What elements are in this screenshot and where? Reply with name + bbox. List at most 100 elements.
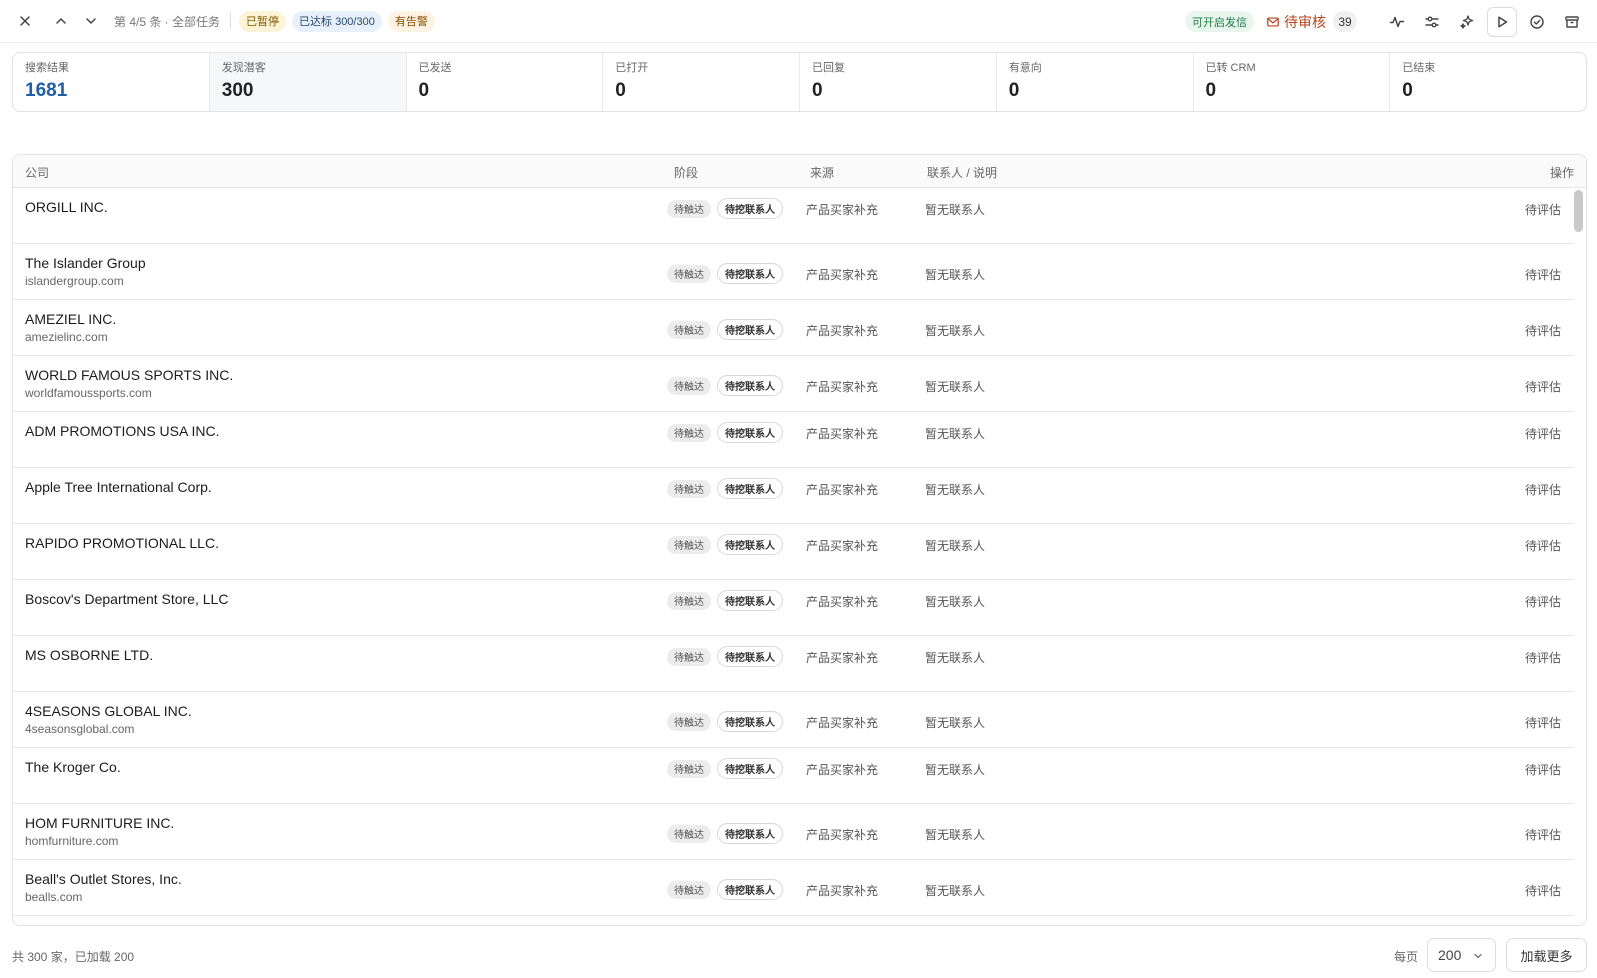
- column-header-company[interactable]: 公司: [25, 164, 49, 181]
- stage-outreach-badge: 待触达: [667, 199, 711, 218]
- company-name[interactable]: The Kroger Co.: [25, 759, 121, 775]
- complete-button[interactable]: [1522, 7, 1552, 37]
- stat-value: 1681: [25, 80, 68, 101]
- stat-label: 发现潜客: [221, 62, 266, 74]
- table-row[interactable]: 4SEASONS GLOBAL INC. 4seasonsglobal.com 待触…: [13, 692, 1573, 748]
- per-page-value: 200: [1438, 947, 1462, 963]
- target-reached-badge: 已达标 300/300: [292, 10, 382, 32]
- contact-cell: 暂无联系人: [925, 427, 986, 441]
- contact-cell: 暂无联系人: [925, 539, 986, 553]
- stage-cell: 待触达 待挖联系人: [667, 711, 783, 732]
- contact-cell: 暂无联系人: [925, 884, 986, 898]
- contact-cell: 暂无联系人: [925, 828, 986, 842]
- evaluate-action[interactable]: 待评估: [1525, 882, 1561, 899]
- company-name[interactable]: Boscov's Department Store, LLC: [25, 591, 228, 607]
- contact-cell: 暂无联系人: [925, 483, 986, 497]
- company-name[interactable]: The Islander Group: [25, 255, 146, 271]
- table-row[interactable]: Boscov's Department Store, LLC 待触达 待挖联系人 产品…: [13, 580, 1573, 636]
- start-button[interactable]: [1487, 6, 1517, 37]
- company-name[interactable]: Apple Tree International Corp.: [25, 479, 212, 495]
- evaluate-action[interactable]: 待评估: [1525, 826, 1561, 843]
- table-row[interactable]: AMEZIEL INC. amezielinc.com 待触达 待挖联系人 产品买家补充…: [13, 300, 1573, 356]
- column-header-source[interactable]: 来源: [810, 164, 834, 181]
- chevron-down-icon: [1474, 953, 1482, 959]
- table-row[interactable]: MS OSBORNE LTD. 待触达 待挖联系人 产品买家补充 暂无联系人 待评估: [13, 636, 1573, 692]
- table-row[interactable]: The Kroger Co. 待触达 待挖联系人 产品买家补充 暂无联系人 待评估: [13, 748, 1573, 804]
- company-name[interactable]: 4SEASONS GLOBAL INC.: [25, 703, 192, 719]
- stat-opened[interactable]: 已打开 0: [603, 53, 800, 111]
- company-domain: worldfamoussports.com: [25, 386, 152, 400]
- stage-contact-badge: 待挖联系人: [717, 375, 783, 396]
- stat-closed[interactable]: 已结束 0: [1390, 53, 1586, 111]
- company-name[interactable]: MS OSBORNE LTD.: [25, 647, 153, 663]
- evaluate-action[interactable]: 待评估: [1525, 537, 1561, 554]
- table-row[interactable]: ADM PROMOTIONS USA INC. 待触达 待挖联系人 产品买家补充 暂无联…: [13, 412, 1573, 468]
- column-header-stage[interactable]: 阶段: [674, 164, 698, 181]
- load-more-button[interactable]: 加载更多: [1506, 938, 1587, 972]
- column-header-contact[interactable]: 联系人 / 说明: [927, 164, 997, 181]
- previous-task-button[interactable]: [46, 6, 76, 36]
- ai-assist-button[interactable]: [1452, 7, 1482, 37]
- alert-badge[interactable]: 有告警: [387, 10, 435, 32]
- sparkles-icon: [1460, 14, 1474, 29]
- next-task-button[interactable]: [76, 6, 106, 36]
- evaluate-action[interactable]: 待评估: [1525, 714, 1561, 731]
- close-button[interactable]: [10, 6, 40, 36]
- prospect-table: 公司 阶段 来源 联系人 / 说明 操作 ORGILL INC. 待触达 待挖联系人…: [12, 154, 1587, 926]
- evaluate-action[interactable]: 待评估: [1525, 322, 1561, 339]
- evaluate-action[interactable]: 待评估: [1525, 481, 1561, 498]
- company-name[interactable]: ORGILL INC.: [25, 199, 108, 215]
- contact-cell: 暂无联系人: [925, 324, 986, 338]
- company-name[interactable]: RAPIDO PROMOTIONAL LLC.: [25, 535, 219, 551]
- toolbar-left: 第 4/5 条 · 全部任务 已暂停 已达标 300/300 有告警: [0, 0, 441, 42]
- table-scrollbar[interactable]: [1574, 190, 1583, 232]
- evaluate-action[interactable]: 待评估: [1525, 761, 1561, 778]
- column-header-action: 操作: [1549, 166, 1574, 180]
- stage-contact-badge: 待挖联系人: [717, 478, 783, 499]
- stage-cell: 待触达 待挖联系人: [667, 534, 783, 555]
- company-name[interactable]: HOM FURNITURE INC.: [25, 815, 174, 831]
- table-row[interactable]: Apple Tree International Corp. 待触达 待挖联系人 产品…: [13, 468, 1573, 524]
- stage-outreach-badge: 待触达: [667, 423, 711, 442]
- table-row[interactable]: ORGILL INC. 待触达 待挖联系人 产品买家补充 暂无联系人 待评估: [13, 188, 1573, 244]
- company-name[interactable]: WORLD FAMOUS SPORTS INC.: [25, 367, 233, 383]
- company-name[interactable]: ADM PROMOTIONS USA INC.: [25, 423, 219, 439]
- stat-value: 0: [1205, 80, 1217, 101]
- table-row[interactable]: Beall's Outlet Stores, Inc. bealls.com 待触达…: [13, 860, 1573, 916]
- stat-replied[interactable]: 已回复 0: [800, 53, 997, 111]
- stat-sent[interactable]: 已发送 0: [407, 53, 604, 111]
- table-row[interactable]: HOM FURNITURE INC. homfurniture.com 待触达 待挖联…: [13, 804, 1573, 860]
- evaluate-action[interactable]: 待评估: [1525, 593, 1561, 610]
- stat-to-crm[interactable]: 已转 CRM 0: [1194, 53, 1391, 111]
- stat-interested[interactable]: 有意向 0: [997, 53, 1194, 111]
- stage-contact-badge: 待挖联系人: [717, 879, 783, 900]
- stage-contact-badge: 待挖联系人: [717, 711, 783, 732]
- check-circle-icon: [1530, 14, 1544, 29]
- stage-outreach-badge: 待触达: [667, 759, 711, 778]
- evaluate-action[interactable]: 待评估: [1525, 425, 1561, 442]
- source-cell: 产品买家补充: [806, 595, 879, 609]
- stage-outreach-badge: 待触达: [667, 824, 711, 843]
- stat-search-results[interactable]: 搜索结果 1681: [13, 53, 210, 111]
- stat-prospects-found[interactable]: 发现潜客 300: [209, 53, 407, 111]
- pending-review-count: 39: [1333, 11, 1357, 32]
- company-name[interactable]: AMEZIEL INC.: [25, 311, 116, 327]
- table-row[interactable]: The Islander Group islandergroup.com 待触达 待挖…: [13, 244, 1573, 300]
- table-row[interactable]: WORLD FAMOUS SPORTS INC. worldfamoussport…: [13, 356, 1573, 412]
- activity-button[interactable]: [1382, 7, 1412, 37]
- archive-button[interactable]: [1557, 7, 1587, 37]
- per-page-select[interactable]: 200: [1427, 938, 1496, 972]
- stat-label: 已结束: [1402, 62, 1436, 74]
- pending-review-button[interactable]: 待审核 39: [1266, 11, 1357, 32]
- pending-review-label: 待审核: [1284, 13, 1326, 30]
- can-send-badge: 可开启发信: [1185, 11, 1254, 32]
- evaluate-action[interactable]: 待评估: [1525, 201, 1561, 218]
- table-body[interactable]: ORGILL INC. 待触达 待挖联系人 产品买家补充 暂无联系人 待评估 The Isl…: [13, 188, 1573, 925]
- company-name[interactable]: Beall's Outlet Stores, Inc.: [25, 871, 182, 887]
- evaluate-action[interactable]: 待评估: [1525, 266, 1561, 283]
- evaluate-action[interactable]: 待评估: [1525, 378, 1561, 395]
- table-row[interactable]: RAPIDO PROMOTIONAL LLC. 待触达 待挖联系人 产品买家补充 暂无联…: [13, 524, 1573, 580]
- stat-value: 0: [418, 80, 430, 101]
- settings-sliders-button[interactable]: [1417, 7, 1447, 37]
- evaluate-action[interactable]: 待评估: [1525, 649, 1561, 666]
